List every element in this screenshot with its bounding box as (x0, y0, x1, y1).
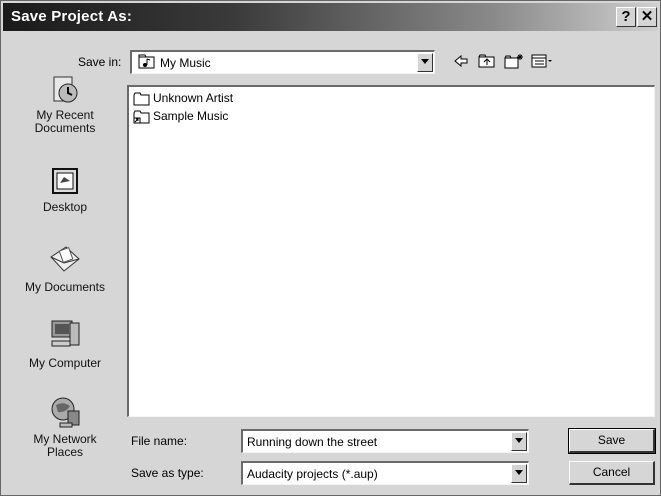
network-places-icon (51, 397, 80, 428)
save-in-value: My Music (160, 56, 211, 70)
place-label: Places (46, 445, 84, 459)
place-label: My Documents (24, 280, 106, 294)
list-item[interactable]: Sample Music (133, 108, 228, 124)
my-documents-icon (50, 246, 80, 272)
file-name: Sample Music (153, 109, 229, 123)
list-item[interactable]: Unknown Artist (133, 90, 233, 106)
close-button[interactable]: ✕ (637, 7, 657, 27)
chevron-down-icon (421, 59, 429, 64)
file-name-field[interactable]: Running down the street (241, 429, 529, 453)
place-label: Desktop (42, 200, 88, 214)
save-in-dropdown-button[interactable] (417, 53, 433, 72)
place-label: My Computer (28, 356, 102, 370)
file-name-label: File name: (131, 434, 188, 448)
save-as-type-select[interactable]: Audacity projects (*.aup) (241, 461, 529, 485)
save-as-type-value: Audacity projects (*.aup) (247, 467, 378, 481)
file-list[interactable]: Unknown Artist Sample Music (127, 85, 655, 417)
back-arrow-icon[interactable] (453, 53, 469, 71)
dialog-title: Save Project As: (11, 8, 133, 25)
help-button[interactable]: ? (616, 7, 636, 27)
save-in-combobox[interactable]: My Music (130, 50, 435, 74)
file-name: Unknown Artist (153, 91, 234, 105)
place-my-computer[interactable]: My Computer (9, 317, 121, 370)
place-desktop[interactable]: Desktop (9, 165, 121, 214)
file-name-dropdown-button[interactable] (511, 432, 527, 451)
view-menu-icon[interactable] (531, 53, 553, 71)
save-in-label: Save in: (78, 55, 122, 69)
place-my-network-places[interactable]: My Network Places (9, 393, 121, 459)
folder-icon (133, 92, 150, 106)
chevron-down-icon (515, 470, 523, 475)
new-folder-icon[interactable] (504, 53, 524, 71)
places-bar: My Recent Documents Desktop My Documents (9, 73, 121, 473)
title-bar[interactable]: Save Project As: ? ✕ (3, 3, 658, 31)
place-my-documents[interactable]: My Documents (9, 241, 121, 294)
save-project-dialog: Save Project As: ? ✕ Save in: My Music M… (0, 0, 661, 496)
cancel-button[interactable]: Cancel (569, 461, 655, 485)
save-as-type-label: Save as type: (131, 466, 204, 480)
music-folder-icon (138, 54, 156, 75)
save-as-type-dropdown-button[interactable] (511, 464, 527, 483)
place-label: Documents (34, 121, 96, 135)
desktop-icon (52, 168, 78, 194)
up-folder-icon[interactable] (478, 53, 496, 71)
my-computer-icon (51, 320, 80, 347)
save-button[interactable]: Save (568, 428, 656, 454)
shortcut-folder-icon (133, 110, 150, 124)
chevron-down-icon (515, 438, 523, 443)
place-my-recent-documents[interactable]: My Recent Documents (9, 73, 121, 135)
file-name-value: Running down the street (247, 435, 378, 449)
recent-documents-icon (53, 76, 78, 103)
